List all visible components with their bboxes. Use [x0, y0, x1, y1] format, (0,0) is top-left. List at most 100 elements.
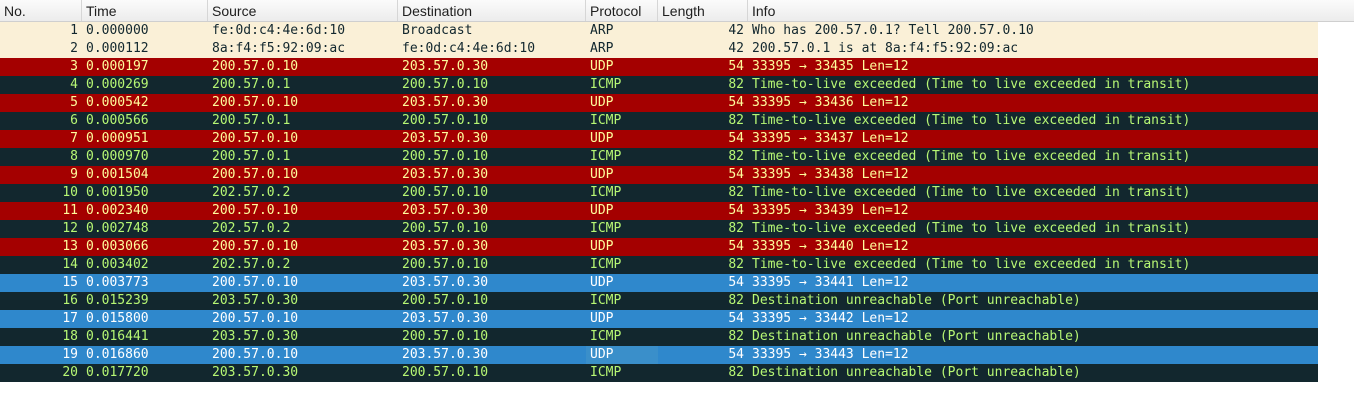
packet-info: 33395 → 33439 Len=12	[752, 203, 909, 218]
packet-source: 200.57.0.10	[212, 347, 299, 362]
packet-time: 0.016860	[86, 347, 149, 362]
packet-source: 200.57.0.10	[212, 203, 299, 218]
column-header-destination[interactable]: Destination	[398, 0, 586, 21]
packet-no: 10	[62, 185, 78, 200]
packet-row[interactable]: 7 0.000951 200.57.0.10 203.57.0.30 UDP 54 3339…	[0, 130, 1318, 148]
packet-protocol: ICMP	[590, 185, 622, 200]
column-header-time[interactable]: Time	[82, 0, 208, 21]
packet-destination: 200.57.0.10	[402, 221, 489, 236]
packet-time: 0.000112	[86, 41, 149, 56]
column-header-source[interactable]: Source	[208, 0, 398, 21]
packet-row[interactable]: 6 0.000566 200.57.0.1 200.57.0.10 ICMP 82 Time…	[0, 112, 1318, 130]
packet-row[interactable]: 8 0.000970 200.57.0.1 200.57.0.10 ICMP 82 Time…	[0, 148, 1318, 166]
packet-row[interactable]: 9 0.001504 200.57.0.10 203.57.0.30 UDP 54 3339…	[0, 166, 1318, 184]
packet-info: Time-to-live exceeded (Time to live exce…	[752, 221, 1191, 236]
packet-length: 54	[728, 347, 744, 362]
packet-time: 0.000542	[86, 95, 149, 110]
packet-list[interactable]: No. Time Source Destination Protocol Len…	[0, 0, 1318, 382]
packet-row[interactable]: 16 0.015239 203.57.0.30 200.57.0.10 ICMP 82 De…	[0, 292, 1318, 310]
packet-no: 3	[70, 59, 78, 74]
packet-length: 54	[728, 203, 744, 218]
packet-protocol: ICMP	[590, 221, 622, 236]
packet-row[interactable]: 18 0.016441 203.57.0.30 200.57.0.10 ICMP 82 De…	[0, 328, 1318, 346]
packet-protocol: UDP	[590, 239, 614, 254]
packet-protocol: ICMP	[590, 77, 622, 92]
packet-time: 0.016441	[86, 329, 149, 344]
packet-info: 33395 → 33442 Len=12	[752, 311, 909, 326]
packet-time: 0.015239	[86, 293, 149, 308]
packet-time: 0.015800	[86, 311, 149, 326]
packet-list-header: No. Time Source Destination Protocol Len…	[0, 0, 1318, 22]
packet-destination: 200.57.0.10	[402, 257, 489, 272]
packet-info: Time-to-live exceeded (Time to live exce…	[752, 149, 1191, 164]
packet-destination: Broadcast	[402, 23, 473, 38]
packet-time: 0.001950	[86, 185, 149, 200]
packet-no: 4	[70, 77, 78, 92]
packet-row[interactable]: 19 0.016860 200.57.0.10 203.57.0.30 UDP 54 333…	[0, 346, 1318, 364]
packet-row[interactable]: 11 0.002340 200.57.0.10 203.57.0.30 UDP 54 333…	[0, 202, 1318, 220]
packet-length: 42	[728, 41, 744, 56]
packet-destination: 203.57.0.30	[402, 167, 489, 182]
packet-protocol: UDP	[590, 167, 614, 182]
packet-protocol: UDP	[586, 346, 658, 364]
packet-time: 0.002340	[86, 203, 149, 218]
packet-row[interactable]: 12 0.002748 202.57.0.2 200.57.0.10 ICMP 82 Tim…	[0, 220, 1318, 238]
packet-protocol: UDP	[590, 59, 614, 74]
packet-no: 9	[70, 167, 78, 182]
packet-row[interactable]: 15 0.003773 200.57.0.10 203.57.0.30 UDP 54 333…	[0, 274, 1318, 292]
packet-length: 54	[728, 275, 744, 290]
packet-row[interactable]: 2 0.000112 8a:f4:f5:92:09:ac fe:0d:c4:4e:6d…	[0, 40, 1318, 58]
packet-protocol: ARP	[590, 23, 614, 38]
packet-source: 202.57.0.2	[212, 221, 291, 236]
header-filler	[1318, 0, 1354, 22]
column-header-length[interactable]: Length	[658, 0, 748, 21]
packet-source: 202.57.0.2	[212, 185, 291, 200]
packet-no: 13	[62, 239, 78, 254]
packet-time: 0.017720	[86, 365, 149, 380]
packet-info: Destination unreachable (Port unreachabl…	[752, 329, 1081, 344]
packet-row[interactable]: 1 0.000000 fe:0d:c4:4e:6d:10 Broadcast ARP 42…	[0, 22, 1318, 40]
packet-row[interactable]: 14 0.003402 202.57.0.2 200.57.0.10 ICMP 82 Tim…	[0, 256, 1318, 274]
column-header-no[interactable]: No.	[0, 0, 82, 21]
packet-destination: 203.57.0.30	[402, 131, 489, 146]
packet-row[interactable]: 17 0.015800 200.57.0.10 203.57.0.30 UDP 54 333…	[0, 310, 1318, 328]
packet-destination: 203.57.0.30	[402, 95, 489, 110]
packet-length: 82	[728, 185, 744, 200]
packet-row[interactable]: 20 0.017720 203.57.0.30 200.57.0.10 ICMP 82 De…	[0, 364, 1318, 382]
packet-protocol: UDP	[590, 275, 614, 290]
packet-info: Who has 200.57.0.1? Tell 200.57.0.10	[752, 23, 1034, 38]
packet-info: Destination unreachable (Port unreachabl…	[752, 293, 1081, 308]
packet-info: Time-to-live exceeded (Time to live exce…	[752, 185, 1191, 200]
packet-length: 82	[728, 77, 744, 92]
column-header-protocol[interactable]: Protocol	[586, 0, 658, 21]
packet-source: 202.57.0.2	[212, 257, 291, 272]
packet-no: 7	[70, 131, 78, 146]
packet-protocol: ICMP	[590, 257, 622, 272]
packet-row[interactable]: 13 0.003066 200.57.0.10 203.57.0.30 UDP 54 333…	[0, 238, 1318, 256]
packet-no: 17	[62, 311, 78, 326]
packet-length: 54	[728, 239, 744, 254]
packet-destination: 203.57.0.30	[402, 275, 489, 290]
packet-no: 18	[62, 329, 78, 344]
packet-time: 0.000951	[86, 131, 149, 146]
packet-no: 11	[62, 203, 78, 218]
packet-row[interactable]: 3 0.000197 200.57.0.10 203.57.0.30 UDP 54 3339…	[0, 58, 1318, 76]
packet-no: 6	[70, 113, 78, 128]
packet-no: 2	[70, 41, 78, 56]
column-header-info[interactable]: Info	[748, 0, 1318, 21]
packet-destination: 203.57.0.30	[402, 347, 489, 362]
packet-time: 0.000000	[86, 23, 149, 38]
packet-destination: 200.57.0.10	[402, 149, 489, 164]
packet-time: 0.003773	[86, 275, 149, 290]
packet-row[interactable]: 10 0.001950 202.57.0.2 200.57.0.10 ICMP 82 Tim…	[0, 184, 1318, 202]
packet-destination: 200.57.0.10	[402, 293, 489, 308]
packet-length: 42	[728, 23, 744, 38]
packet-info: Time-to-live exceeded (Time to live exce…	[752, 113, 1191, 128]
packet-row[interactable]: 5 0.000542 200.57.0.10 203.57.0.30 UDP 54 3339…	[0, 94, 1318, 112]
packet-row[interactable]: 4 0.000269 200.57.0.1 200.57.0.10 ICMP 82 Time…	[0, 76, 1318, 94]
packet-length: 82	[728, 257, 744, 272]
packet-length: 82	[728, 329, 744, 344]
packet-destination: 200.57.0.10	[402, 329, 489, 344]
packet-time: 0.003066	[86, 239, 149, 254]
packet-info: 33395 → 33441 Len=12	[752, 275, 909, 290]
